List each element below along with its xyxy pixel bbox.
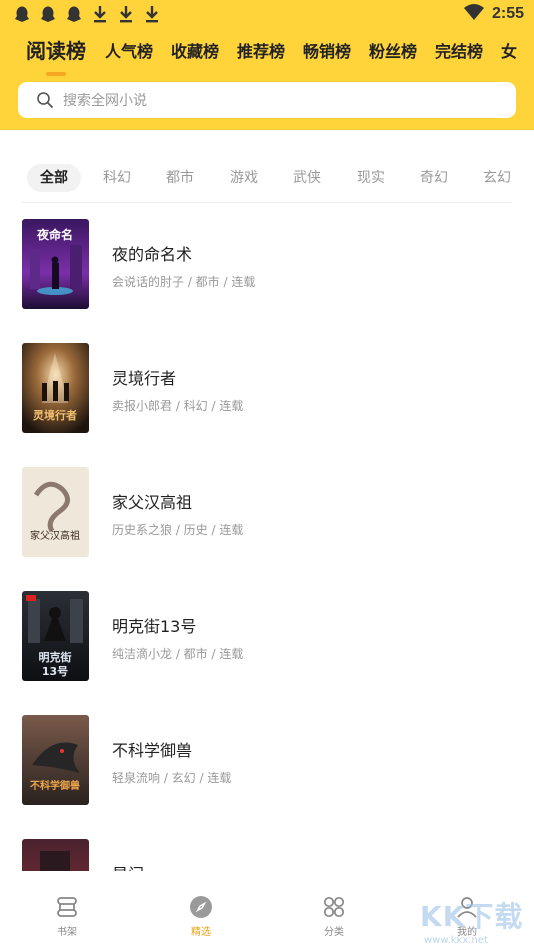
book-cover: 不科学御兽 — [22, 715, 89, 805]
qq-icon — [12, 4, 32, 24]
tab-completed-rank[interactable]: 完结榜 — [435, 40, 483, 64]
svg-text:家父汉高祖: 家父汉高祖 — [30, 529, 80, 542]
svg-text:13号: 13号 — [42, 665, 68, 678]
category-reality[interactable]: 现实 — [357, 164, 385, 192]
search-placeholder: 搜索全网小说 — [63, 93, 147, 109]
book-item[interactable]: 家父汉高祖 家父汉高祖 历史系之狼 / 历史 / 连载 — [0, 451, 534, 575]
download-icon — [116, 4, 136, 24]
book-cover — [22, 839, 89, 871]
category-icon — [323, 896, 345, 918]
book-meta: 会说话的肘子 / 都市 / 连载 — [112, 275, 256, 289]
bookshelf-icon — [57, 897, 77, 917]
nav-label: 精选 — [191, 927, 211, 938]
qq-icon — [64, 4, 84, 24]
category-filter: 全部 科幻 都市 游戏 武侠 现实 奇幻 玄幻 — [0, 160, 534, 196]
nav-bookshelf[interactable]: 书架 — [27, 895, 107, 938]
compass-icon — [190, 896, 212, 918]
book-cover: 夜命名 — [22, 219, 89, 309]
book-meta: 纯洁滴小龙 / 都市 / 连载 — [112, 647, 244, 661]
svg-text:夜命名: 夜命名 — [36, 227, 73, 242]
notification-icons — [12, 4, 162, 24]
book-item[interactable]: 灵境行者 灵境行者 卖报小郎君 / 科幻 / 连载 — [0, 327, 534, 451]
book-list: 夜命名 夜的命名术 会说话的肘子 / 都市 / 连载 灵境行者 灵境行者 卖报小… — [0, 203, 534, 871]
qq-icon — [38, 4, 58, 24]
book-title: 灵境行者 — [112, 369, 177, 388]
search-bar[interactable]: 搜索全网小说 — [18, 82, 516, 118]
header: 阅读榜 人气榜 收藏榜 推荐榜 畅销榜 粉丝榜 完结榜 女 搜索全网小说 — [0, 30, 534, 130]
book-meta: 轻泉流响 / 玄幻 / 连载 — [112, 771, 232, 785]
book-cover: 家父汉高祖 — [22, 467, 89, 557]
nav-category[interactable]: 分类 — [294, 895, 374, 938]
download-icon — [90, 4, 110, 24]
wifi-icon — [463, 4, 484, 24]
tab-favorites-rank[interactable]: 收藏榜 — [171, 40, 219, 64]
nav-featured[interactable]: 精选 — [161, 895, 241, 938]
nav-label: 分类 — [324, 927, 344, 938]
category-fantasy[interactable]: 奇幻 — [420, 164, 448, 192]
book-meta: 历史系之狼 / 历史 / 连载 — [112, 523, 244, 537]
svg-text:不科学御兽: 不科学御兽 — [30, 779, 80, 792]
tab-indicator — [46, 72, 66, 76]
svg-text:灵境行者: 灵境行者 — [33, 408, 77, 422]
book-item[interactable]: 明克街 13号 明克街13号 纯洁滴小龙 / 都市 / 连载 — [0, 575, 534, 699]
book-title: 夜的命名术 — [112, 245, 193, 264]
watermark: KK下载 www.kkx.net — [420, 895, 530, 949]
tab-bestseller-rank[interactable]: 畅销榜 — [303, 40, 351, 64]
status-bar: 2:55 — [0, 0, 534, 30]
tab-female[interactable]: 女 — [501, 40, 517, 64]
svg-text:明克街: 明克街 — [39, 650, 72, 664]
book-title: 明克街13号 — [112, 617, 197, 636]
nav-label: 书架 — [57, 927, 77, 938]
tab-popularity-rank[interactable]: 人气榜 — [105, 40, 153, 64]
search-icon — [37, 92, 53, 108]
ranking-tabs: 阅读榜 人气榜 收藏榜 推荐榜 畅销榜 粉丝榜 完结榜 女 — [0, 40, 534, 72]
book-cover: 灵境行者 — [22, 343, 89, 433]
category-scifi[interactable]: 科幻 — [103, 164, 131, 192]
book-item[interactable]: 夜命名 夜的命名术 会说话的肘子 / 都市 / 连载 — [0, 203, 534, 327]
category-game[interactable]: 游戏 — [230, 164, 258, 192]
download-icon — [142, 4, 162, 24]
book-title: 家父汉高祖 — [112, 493, 193, 512]
book-item[interactable]: 星门 — [0, 823, 534, 871]
book-meta: 卖报小郎君 / 科幻 / 连载 — [112, 399, 244, 413]
watermark-url: www.kkx.net — [424, 935, 488, 946]
category-wuxia[interactable]: 武侠 — [293, 164, 321, 192]
book-title: 星门 — [112, 861, 144, 871]
book-title: 不科学御兽 — [112, 741, 193, 760]
category-urban[interactable]: 都市 — [166, 164, 194, 192]
clock: 2:55 — [491, 5, 524, 22]
book-item[interactable]: 不科学御兽 不科学御兽 轻泉流响 / 玄幻 / 连载 — [0, 699, 534, 823]
tab-reading-rank[interactable]: 阅读榜 — [26, 40, 86, 63]
book-cover: 明克街 13号 — [22, 591, 89, 681]
watermark-logo: KK下载 — [420, 900, 524, 933]
tab-fans-rank[interactable]: 粉丝榜 — [369, 40, 417, 64]
category-xuanhuan[interactable]: 玄幻 — [483, 164, 511, 192]
category-all[interactable]: 全部 — [27, 164, 81, 192]
tab-recommend-rank[interactable]: 推荐榜 — [237, 40, 285, 64]
